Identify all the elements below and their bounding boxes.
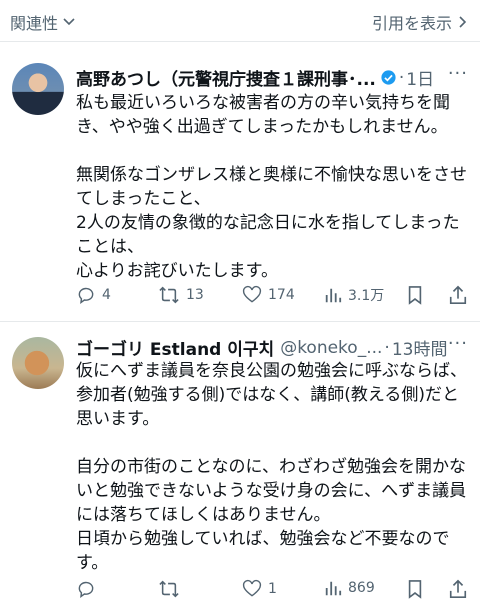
reply-button[interactable] bbox=[76, 579, 102, 599]
top-bar: 関連性 引用を表示 bbox=[0, 0, 480, 42]
bookmark-button[interactable] bbox=[406, 285, 424, 305]
retweet-button[interactable] bbox=[158, 579, 186, 599]
verified-badge-icon bbox=[381, 70, 396, 85]
chevron-right-icon bbox=[459, 16, 467, 28]
tweet-text: 仮にへずま議員を奈良公園の勉強会に呼ぶならば、参加者(勉強する側)ではなく、講師… bbox=[76, 359, 476, 575]
avatar[interactable] bbox=[12, 337, 64, 389]
like-button[interactable]: 1 bbox=[242, 579, 277, 599]
bookmark-icon bbox=[408, 580, 422, 599]
text-line: 私も最近いろいろな被害者の方の辛い気持ちを聞き、やや強く出過ぎてしまったかもしれ… bbox=[76, 93, 450, 137]
avatar[interactable] bbox=[12, 63, 64, 115]
bookmark-button[interactable] bbox=[406, 579, 424, 599]
text-line: 仮にへずま議員を奈良公園の勉強会に呼ぶならば、参加者(勉強する側)ではなく、講師… bbox=[76, 361, 467, 429]
timestamp[interactable]: 13時間 bbox=[392, 335, 448, 360]
reply-icon bbox=[78, 581, 94, 599]
tweet-text: 私も最近いろいろな被害者の方の辛い気持ちを聞き、やや強く出過ぎてしまったかもしれ… bbox=[76, 91, 476, 283]
action-bar: 1 869 bbox=[76, 579, 468, 603]
tweet-1[interactable]: 高野あつし（元警視庁捜査１課刑事･... · 1日 ··· 私も最近いろいろな被… bbox=[0, 43, 480, 322]
separator: · bbox=[398, 67, 405, 88]
views-icon bbox=[325, 288, 342, 303]
retweet-count: 13 bbox=[186, 287, 204, 303]
action-bar: 4 13 174 3.1万 bbox=[76, 285, 468, 309]
share-button[interactable] bbox=[448, 579, 468, 599]
retweet-icon bbox=[159, 580, 179, 598]
tweet-header: ゴーゴリ Estland 이구치 @koneko_... · 13時間 bbox=[76, 335, 468, 361]
views-count: 869 bbox=[348, 580, 375, 596]
like-icon bbox=[242, 285, 262, 303]
views-button[interactable]: 869 bbox=[324, 579, 375, 597]
like-count: 1 bbox=[268, 581, 277, 597]
chevron-down-icon bbox=[63, 18, 75, 26]
text-line: 2人の友情の象徴的な記念日に水を指してしまったことは、 bbox=[76, 213, 460, 257]
share-button[interactable] bbox=[448, 285, 468, 305]
handle[interactable]: @koneko_... bbox=[280, 338, 382, 358]
share-icon bbox=[449, 285, 467, 304]
like-button[interactable]: 174 bbox=[242, 285, 295, 305]
more-icon[interactable]: ··· bbox=[448, 63, 468, 84]
views-button[interactable]: 3.1万 bbox=[324, 285, 384, 305]
display-name[interactable]: 高野あつし（元警視庁捜査１課刑事･... bbox=[76, 65, 376, 90]
retweet-button[interactable]: 13 bbox=[158, 285, 204, 305]
display-name[interactable]: ゴーゴリ Estland 이구치 bbox=[76, 335, 274, 360]
reply-button[interactable]: 4 bbox=[76, 285, 111, 305]
view-quotes-link[interactable]: 引用を表示 bbox=[372, 10, 468, 34]
like-icon bbox=[242, 579, 262, 597]
separator: · bbox=[384, 337, 390, 358]
text-line: 日頃から勉強していれば、勉強会など不要なのです。 bbox=[76, 529, 450, 573]
timestamp[interactable]: 1日 bbox=[406, 65, 434, 90]
reply-icon bbox=[78, 287, 94, 305]
quote-label: 引用を表示 bbox=[371, 14, 452, 33]
views-count: 3.1万 bbox=[348, 288, 385, 304]
share-icon bbox=[449, 579, 467, 598]
tweet-header: 高野あつし（元警視庁捜査１課刑事･... · 1日 bbox=[76, 65, 468, 91]
text-line: 無関係なゴンザレス様と奥様に不愉快な思いをさせてしまったこと、 bbox=[76, 165, 467, 209]
more-icon[interactable]: ··· bbox=[448, 333, 468, 354]
retweet-icon bbox=[159, 286, 179, 304]
text-line: 自分の市街のことなのに、わざわざ勉強会を開かないと勉強できないような受け身の会に… bbox=[76, 457, 467, 525]
text-line: 心よりお詫びいたします。 bbox=[76, 261, 278, 281]
related-sort-dropdown[interactable]: 関連性 bbox=[10, 10, 76, 34]
reply-count: 4 bbox=[102, 287, 111, 303]
bookmark-icon bbox=[408, 286, 422, 305]
like-count: 174 bbox=[268, 287, 295, 303]
tweet-2[interactable]: ゴーゴリ Estland 이구치 @koneko_... · 13時間 ··· … bbox=[0, 323, 480, 615]
views-icon bbox=[325, 581, 342, 596]
related-label: 関連性 bbox=[10, 14, 59, 33]
